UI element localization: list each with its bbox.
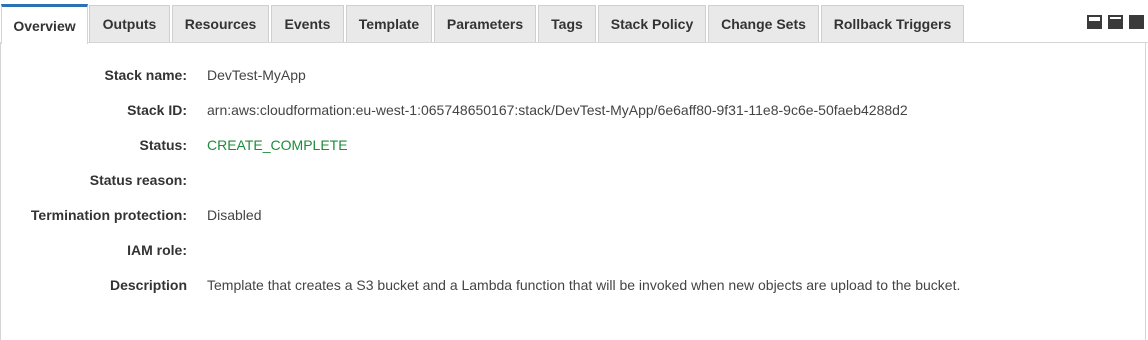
stack-id-row: Stack ID: arn:aws:cloudformation:eu-west… <box>1 100 908 120</box>
description-label: Description <box>109 277 187 293</box>
status-reason-label: Status reason: <box>89 172 187 188</box>
description-value: Template that creates a S3 bucket and a … <box>207 277 961 293</box>
panel-layout-controls <box>1087 15 1144 29</box>
tab-stack-policy[interactable]: Stack Policy <box>598 5 706 42</box>
termination-protection-label: Termination protection: <box>30 207 187 223</box>
panel-full-icon[interactable] <box>1129 15 1144 29</box>
tab-parameters[interactable]: Parameters <box>434 5 536 42</box>
stack-name-label: Stack name: <box>104 67 187 83</box>
panel-bottom-medium-icon[interactable] <box>1108 15 1123 29</box>
tab-template[interactable]: Template <box>346 5 432 42</box>
iam-role-label: IAM role: <box>127 242 187 258</box>
termination-protection-row: Termination protection: Disabled <box>1 205 262 225</box>
tab-tags[interactable]: Tags <box>538 5 596 42</box>
tab-overview[interactable]: Overview <box>1 4 88 44</box>
iam-role-row: IAM role: <box>1 240 207 260</box>
tab-resources[interactable]: Resources <box>172 5 269 42</box>
stack-id-label: Stack ID: <box>127 102 187 118</box>
status-reason-row: Status reason: <box>1 170 207 190</box>
stack-name-value: DevTest-MyApp <box>207 67 306 83</box>
status-label: Status: <box>139 137 187 153</box>
tab-outputs[interactable]: Outputs <box>89 5 170 42</box>
status-row: Status: CREATE_COMPLETE <box>1 135 348 155</box>
tab-events[interactable]: Events <box>271 5 344 42</box>
stack-name-row: Stack name: DevTest-MyApp <box>1 65 306 85</box>
panel-bottom-large-icon[interactable] <box>1087 15 1102 29</box>
tab-rollback-triggers[interactable]: Rollback Triggers <box>821 5 964 42</box>
tab-change-sets[interactable]: Change Sets <box>708 5 819 42</box>
status-value: CREATE_COMPLETE <box>207 137 348 153</box>
description-row: Description Template that creates a S3 b… <box>1 275 960 295</box>
stack-id-value: arn:aws:cloudformation:eu-west-1:0657486… <box>207 102 908 118</box>
tab-bar: Overview Outputs Resources Events Templa… <box>0 0 1148 44</box>
overview-panel: Stack name: DevTest-MyApp Stack ID: arn:… <box>0 43 1146 340</box>
termination-protection-value: Disabled <box>207 207 262 223</box>
